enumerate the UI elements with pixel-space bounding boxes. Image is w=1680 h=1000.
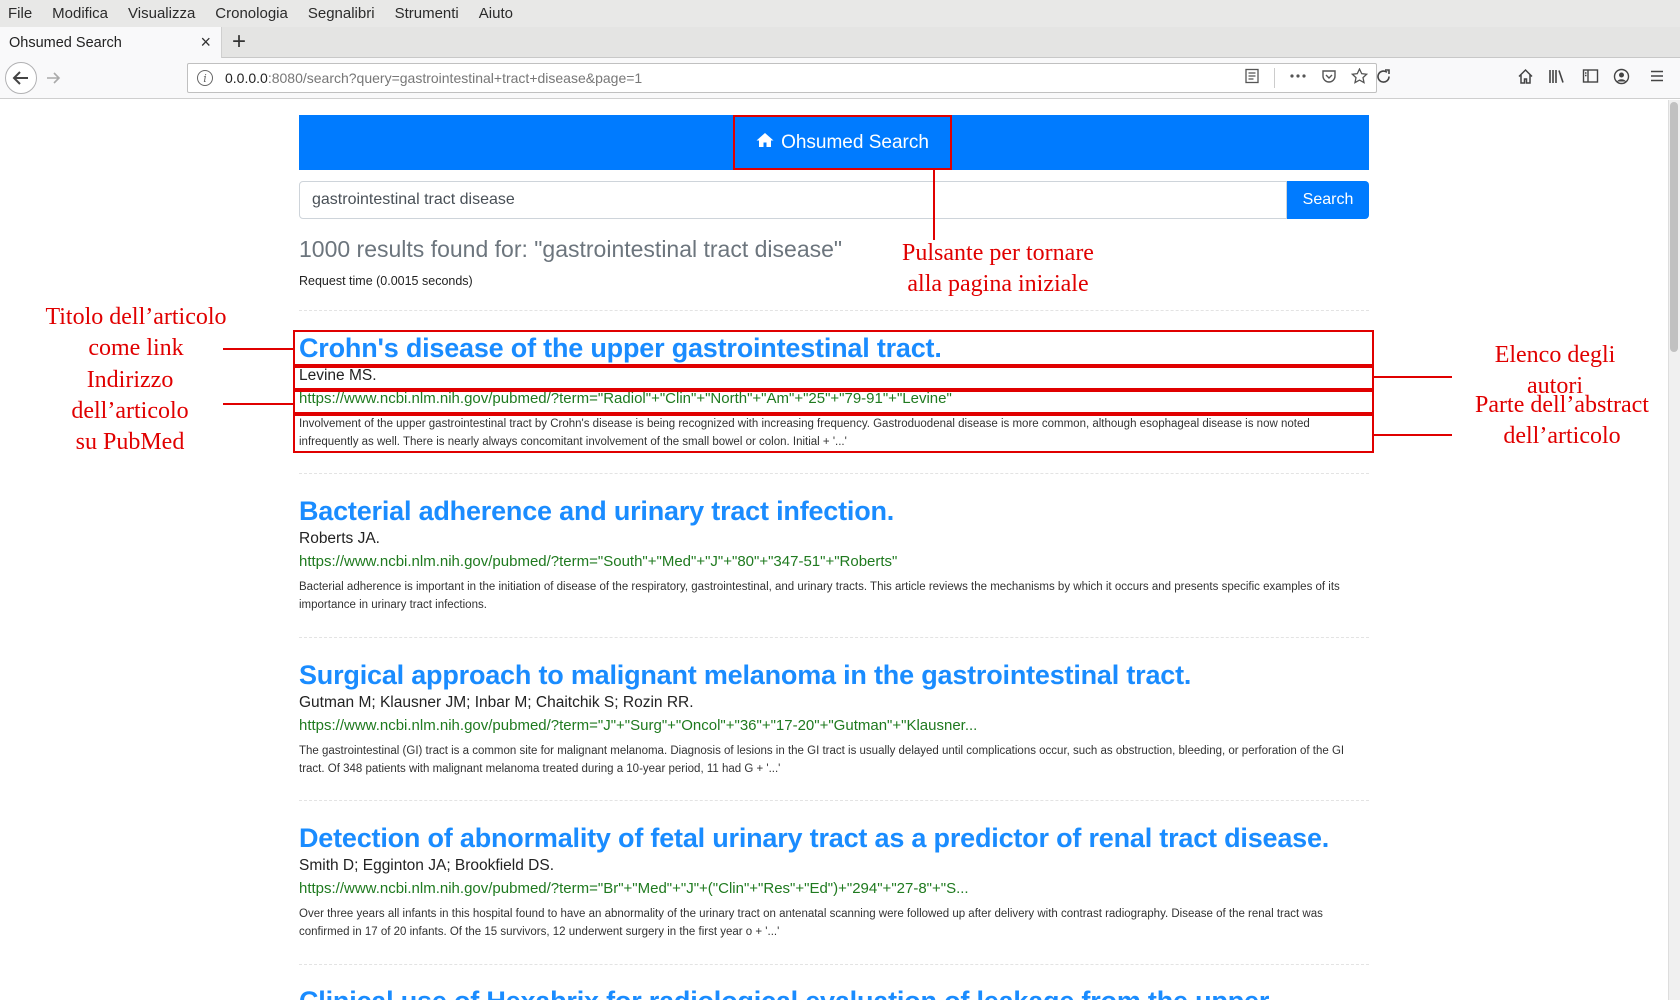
result-item: Detection of abnormality of fetal urinar… <box>299 823 1371 941</box>
page-content: Ohsumed Search Search 1000 results found… <box>0 100 1680 1000</box>
annotation-title-label: Titolo dell’articolo come link <box>45 304 227 361</box>
result-item: Surgical approach to malignant melanoma … <box>299 660 1371 778</box>
annotation-authors-line <box>1374 376 1452 378</box>
url-path: :8080/search?query=gastrointestinal+trac… <box>267 70 643 86</box>
scrollbar[interactable] <box>1668 100 1680 1000</box>
result-pubmed-url[interactable]: https://www.ncbi.nlm.nih.gov/pubmed/?ter… <box>299 717 1371 734</box>
annotation-home-line <box>933 170 935 240</box>
sidebar-icon[interactable] <box>1582 68 1599 89</box>
annotation-title-box <box>293 330 1374 366</box>
tab-ohsumed-search[interactable]: Ohsumed Search × <box>0 27 222 58</box>
annotation-url-label: Indirizzo dell’articolo su PubMed <box>71 367 189 455</box>
result-abstract: Bacterial adherence is important in the … <box>299 581 1340 611</box>
library-icon[interactable] <box>1548 68 1566 90</box>
result-abstract: The gastrointestinal (GI) tract is a com… <box>299 745 1345 775</box>
annotation-abstract-label: Parte dell’abstract dell’articolo <box>1475 392 1649 449</box>
result-pubmed-url[interactable]: https://www.ncbi.nlm.nih.gov/pubmed/?ter… <box>299 880 1371 897</box>
result-title-link[interactable]: Clinical use of Hexabrix for radiologica… <box>299 986 1371 1000</box>
result-authors: Gutman M; Klausner JM; Inbar M; Chaitchi… <box>299 694 694 711</box>
result-title-link[interactable]: Bacterial adherence and urinary tract in… <box>299 496 1371 527</box>
divider <box>299 310 1369 311</box>
result-item: Bacterial adherence and urinary tract in… <box>299 496 1371 614</box>
menu-cronologia[interactable]: Cronologia <box>215 5 288 22</box>
divider <box>299 800 1369 801</box>
result-pubmed-url[interactable]: https://www.ncbi.nlm.nih.gov/pubmed/?ter… <box>299 553 1371 570</box>
back-arrow-icon[interactable] <box>5 62 37 94</box>
scrollbar-thumb[interactable] <box>1670 102 1678 352</box>
hamburger-menu-icon[interactable] <box>1649 68 1665 89</box>
menu-strumenti[interactable]: Strumenti <box>395 5 459 22</box>
result-abstract: Over three years all infants in this hos… <box>299 908 1323 938</box>
close-tab-icon[interactable]: × <box>200 32 211 53</box>
divider <box>299 473 1369 474</box>
bookmark-star-icon[interactable] <box>1350 67 1369 88</box>
menu-visualizza[interactable]: Visualizza <box>128 5 195 22</box>
address-bar[interactable]: i 0.0.0.0 :8080/search?query=gastrointes… <box>187 63 1377 93</box>
annotation-home-label: Pulsante per tornare alla pagina inizial… <box>902 240 1094 297</box>
navigation-bar: i 0.0.0.0 :8080/search?query=gastrointes… <box>0 58 1680 99</box>
annotation-url-line <box>223 403 293 405</box>
result-authors: Smith D; Egginton JA; Brookfield DS. <box>299 857 555 874</box>
search-input[interactable] <box>299 181 1287 219</box>
result-item: Clinical use of Hexabrix for radiologica… <box>299 986 1371 1000</box>
results-count: 1000 results found for: "gastrointestina… <box>299 236 843 262</box>
account-icon[interactable] <box>1613 68 1630 90</box>
menu-bar: File Modifica Visualizza Cronologia Segn… <box>0 0 1680 27</box>
divider <box>299 637 1369 638</box>
reload-icon[interactable] <box>1375 68 1392 90</box>
url-host: 0.0.0.0 <box>225 70 268 86</box>
forward-arrow-icon[interactable] <box>42 66 66 90</box>
menu-aiuto[interactable]: Aiuto <box>479 5 513 22</box>
home-toolbar-icon[interactable] <box>1517 68 1534 90</box>
reader-view-icon[interactable] <box>1244 68 1260 88</box>
request-time: Request time (0.0015 seconds) <box>299 274 473 288</box>
result-title-link[interactable]: Detection of abnormality of fetal urinar… <box>299 823 1371 854</box>
annotation-url-box <box>293 390 1374 414</box>
divider <box>299 964 1369 965</box>
result-authors: Roberts JA. <box>299 530 380 547</box>
page-actions-icon[interactable] <box>1289 68 1307 88</box>
annotation-abstract-line <box>1374 434 1452 436</box>
pocket-icon[interactable] <box>1321 68 1337 88</box>
menu-modifica[interactable]: Modifica <box>52 5 108 22</box>
annotation-authors-box <box>293 366 1374 390</box>
url-separator <box>1274 68 1275 88</box>
menu-segnalibri[interactable]: Segnalibri <box>308 5 375 22</box>
result-title-link[interactable]: Surgical approach to malignant melanoma … <box>299 660 1371 691</box>
menu-file[interactable]: File <box>8 5 32 22</box>
tab-title: Ohsumed Search <box>9 34 122 51</box>
url-actions <box>1244 67 1369 88</box>
annotation-home-box <box>733 115 952 170</box>
tab-bar: Ohsumed Search × + <box>0 27 1680 58</box>
annotation-abstract-box <box>293 414 1374 453</box>
site-info-icon[interactable]: i <box>197 70 213 86</box>
new-tab-icon[interactable]: + <box>232 28 246 56</box>
search-button[interactable]: Search <box>1287 181 1369 219</box>
